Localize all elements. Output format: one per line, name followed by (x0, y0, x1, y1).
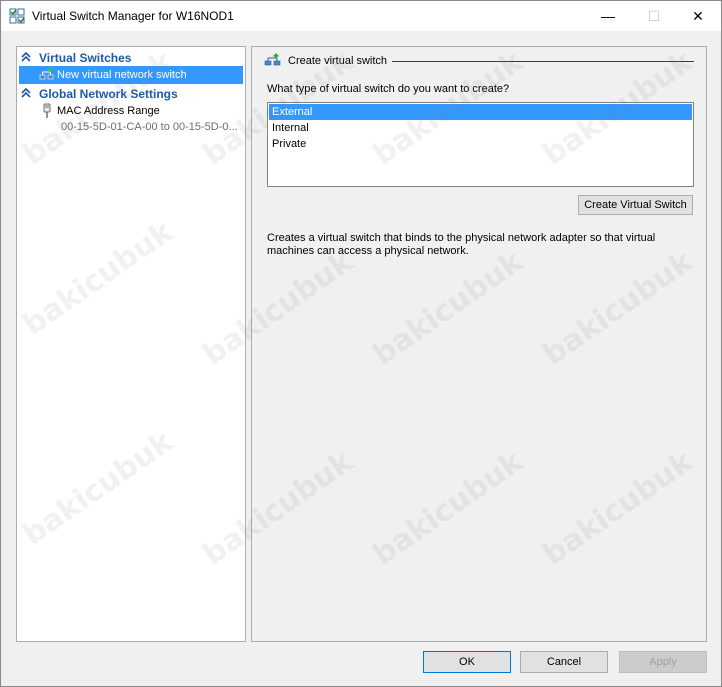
switch-type-option-internal[interactable]: Internal (269, 120, 692, 136)
virtual-switch-manager-icon (9, 8, 25, 24)
close-button[interactable]: ✕ (675, 1, 721, 31)
option-label: Private (272, 138, 307, 150)
switch-type-option-external[interactable]: External (269, 104, 692, 120)
network-switch-add-icon (39, 68, 54, 80)
chevron-up-icon (21, 87, 31, 98)
navigation-tree[interactable]: Virtual Switches New virtual network swi… (16, 46, 246, 642)
title-bar[interactable]: Virtual Switch Manager for W16NOD1 — ☐ ✕ (1, 1, 721, 31)
switch-type-listbox[interactable]: External Internal Private (267, 102, 694, 187)
switch-type-option-private[interactable]: Private (269, 136, 692, 152)
create-virtual-switch-button[interactable]: Create Virtual Switch (578, 195, 693, 215)
cancel-button[interactable]: Cancel (520, 651, 608, 673)
network-plug-icon (43, 103, 51, 118)
section-label: Global Network Settings (39, 87, 178, 101)
tree-item-label: MAC Address Range (57, 105, 160, 117)
window-title: Virtual Switch Manager for W16NOD1 (32, 9, 234, 23)
option-label: External (272, 106, 313, 118)
network-switch-add-icon (264, 53, 281, 66)
minimize-button[interactable]: — (585, 1, 631, 31)
group-title: Create virtual switch (288, 55, 388, 67)
section-label: Virtual Switches (39, 51, 132, 65)
section-global-network-settings[interactable]: Global Network Settings (17, 85, 245, 102)
virtual-switch-manager-window: Virtual Switch Manager for W16NOD1 — ☐ ✕… (0, 0, 722, 687)
tree-item-label: New virtual network switch (57, 69, 187, 81)
minimize-icon: — (601, 8, 615, 24)
switch-type-description: Creates a virtual switch that binds to t… (267, 232, 656, 257)
maximize-button[interactable]: ☐ (631, 1, 677, 31)
ok-button[interactable]: OK (423, 651, 511, 673)
option-label: Internal (272, 122, 309, 134)
create-virtual-switch-panel: Create virtual switch What type of virtu… (251, 46, 707, 642)
maximize-icon: ☐ (647, 7, 661, 24)
chevron-up-icon (21, 51, 31, 62)
tree-item-new-virtual-network-switch[interactable]: New virtual network switch (19, 66, 243, 84)
tree-item-mac-address-range[interactable]: MAC Address Range (19, 102, 243, 120)
group-divider (392, 61, 694, 62)
switch-type-question: What type of virtual switch do you want … (267, 83, 510, 95)
apply-button[interactable]: Apply (619, 651, 707, 673)
close-icon: ✕ (692, 7, 704, 24)
section-virtual-switches[interactable]: Virtual Switches (17, 49, 245, 66)
mac-address-range-value: 00-15-5D-01-CA-00 to 00-15-5D-0... (61, 121, 238, 133)
